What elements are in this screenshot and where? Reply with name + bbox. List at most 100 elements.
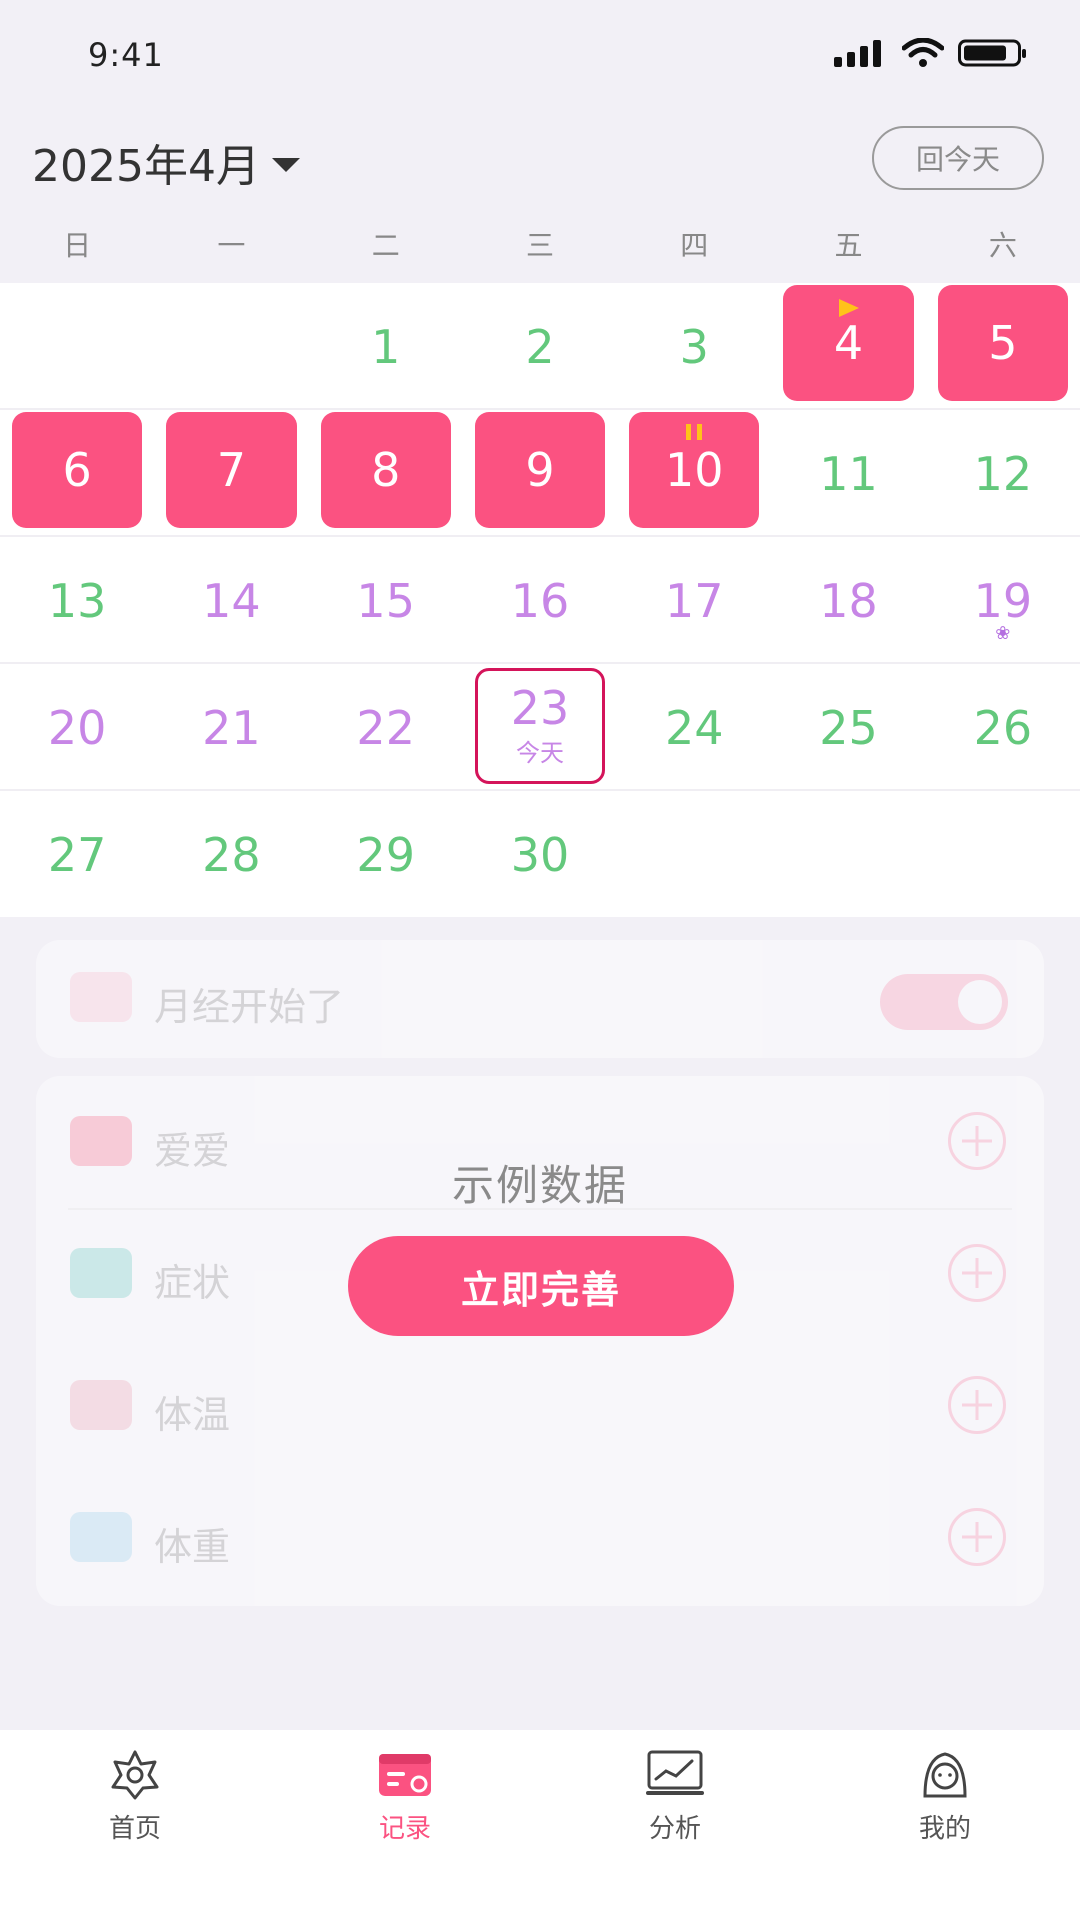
calendar-day[interactable]: 30 (475, 791, 605, 918)
complete-now-button[interactable]: 立即完善 (348, 1236, 734, 1336)
calendar-day[interactable]: 18 (783, 537, 913, 664)
calendar-day[interactable]: 19 ❀ (938, 537, 1068, 664)
calendar-day-number: 12 (973, 446, 1033, 501)
today-label: 今天 (515, 738, 564, 767)
calendar-day[interactable]: 5 (937, 285, 1068, 401)
calendar-day-number: 20 (47, 700, 107, 755)
calendar-week-row: 1 2 3 4 5 (0, 283, 1080, 410)
period-start-card: 月经开始了 (36, 940, 1044, 1058)
calendar-day-number: 7 (216, 443, 247, 497)
signal-icon (834, 39, 888, 71)
calendar-day[interactable]: 26 (938, 664, 1068, 791)
calendar-day-number: 27 (47, 827, 107, 882)
weekday-label: 一 (217, 229, 246, 262)
calendar-header: 2025年4月 回今天 (0, 110, 1080, 210)
weekday-label: 日 (63, 229, 92, 262)
calendar-day-number: 26 (973, 700, 1033, 755)
period-icon (70, 972, 132, 1022)
weekday-label: 五 (834, 229, 863, 262)
calendar-day-number: 19 (973, 573, 1033, 628)
profile-avatar-icon (915, 1748, 975, 1800)
calendar-day-number: 8 (371, 443, 401, 497)
calendar-day[interactable]: 10 (629, 412, 760, 528)
calendar-day-number: 28 (202, 827, 261, 882)
caret-down-icon (271, 158, 300, 172)
scale-icon (70, 1512, 132, 1562)
calendar-day[interactable]: 17 (629, 537, 759, 664)
calendar-day-number: 11 (819, 446, 878, 501)
calendar-day-number: 3 (679, 319, 709, 374)
weekday-header: 日 一 二 三 四 五 六 (0, 218, 1080, 274)
calendar-day-number: 1 (371, 319, 401, 374)
home-flower-icon (105, 1748, 165, 1800)
calendar-day[interactable]: 1 (321, 283, 451, 410)
record-label-weight: 体重 (154, 1525, 231, 1569)
calendar-day[interactable]: 20 (12, 664, 142, 791)
back-to-today-button[interactable]: 回今天 (872, 126, 1044, 190)
calendar-day-number: 13 (47, 573, 107, 628)
tab-label: 分析 (648, 1814, 701, 1844)
period-end-marker-icon (686, 424, 703, 440)
calendar-day-number: 4 (833, 316, 864, 370)
calendar-day[interactable]: 24 (629, 664, 759, 791)
calendar-day[interactable]: 8 (320, 412, 451, 528)
calendar-day[interactable]: 11 (783, 410, 913, 537)
calendar-week-row: 13 14 15 16 17 18 19 ❀ (0, 537, 1080, 664)
calendar-day[interactable]: 23 今天 (474, 668, 606, 784)
calendar-day-number: 30 (510, 827, 570, 882)
wifi-icon (901, 37, 945, 72)
weekday-label: 三 (525, 229, 554, 262)
calendar-day[interactable]: 27 (12, 791, 142, 918)
calendar-day[interactable]: 15 (321, 537, 451, 664)
add-temperature-button[interactable] (948, 1376, 1006, 1434)
calendar-day[interactable]: 6 (12, 412, 143, 528)
period-start-toggle[interactable] (880, 974, 1008, 1030)
thermometer-icon (70, 1380, 132, 1430)
tab-records[interactable]: 记录 (270, 1730, 540, 1920)
weekday-label: 二 (371, 229, 400, 262)
record-label-temperature: 体温 (154, 1393, 231, 1437)
calendar-day[interactable]: 25 (783, 664, 913, 791)
toggle-knob (958, 980, 1002, 1024)
calendar-week-row: 6 7 8 9 10 11 12 (0, 410, 1080, 537)
month-title: 2025年4月 (32, 141, 260, 192)
calendar-day[interactable]: 9 (474, 412, 606, 528)
month-picker[interactable]: 2025年4月 (32, 130, 300, 194)
calendar-day[interactable]: 22 (321, 664, 451, 791)
calendar-day-number: 9 (525, 443, 555, 497)
calendar-day[interactable]: 28 (166, 791, 296, 918)
tab-label: 记录 (378, 1814, 431, 1844)
bottom-tab-bar: 首页 记录 分析 我的 (0, 1730, 1080, 1920)
calendar-week-row: 20 21 22 23 今天 24 25 26 (0, 664, 1080, 791)
calendar-day-number: 17 (665, 573, 724, 628)
analysis-chart-icon (645, 1748, 705, 1800)
calendar-day-number: 24 (665, 700, 724, 755)
status-bar: 9:41 (0, 0, 1080, 110)
calendar-day-number: 23 (510, 680, 570, 735)
calendar-day-number: 21 (202, 700, 261, 755)
calendar-day[interactable]: 13 (12, 537, 142, 664)
status-time: 9:41 (88, 36, 164, 74)
calendar-day[interactable]: 16 (475, 537, 605, 664)
tab-home[interactable]: 首页 (0, 1730, 270, 1920)
status-icons (834, 37, 1028, 72)
tab-analysis[interactable]: 分析 (540, 1730, 810, 1920)
calendar-day[interactable]: 2 (475, 283, 605, 410)
calendar-day-number: 5 (988, 316, 1018, 370)
calendar-day[interactable]: 21 (166, 664, 296, 791)
weekday-label: 六 (988, 229, 1017, 262)
tab-mine[interactable]: 我的 (810, 1730, 1080, 1920)
calendar-week-row: 27 28 29 30 (0, 791, 1080, 918)
calendar-day[interactable]: 7 (166, 412, 297, 528)
calendar-day[interactable]: 3 (629, 283, 759, 410)
calendar-day-number: 6 (62, 443, 92, 497)
calendar-day[interactable]: 12 (938, 410, 1068, 537)
calendar-day-number: 18 (819, 573, 878, 628)
add-weight-button[interactable] (948, 1508, 1006, 1566)
weekday-label: 四 (680, 229, 709, 262)
add-symptom-button[interactable] (948, 1244, 1006, 1302)
calendar-day[interactable]: 29 (321, 791, 451, 918)
calendar-day[interactable]: 14 (166, 537, 296, 664)
record-label-symptoms: 症状 (154, 1261, 231, 1305)
calendar-day[interactable]: 4 (783, 285, 914, 401)
